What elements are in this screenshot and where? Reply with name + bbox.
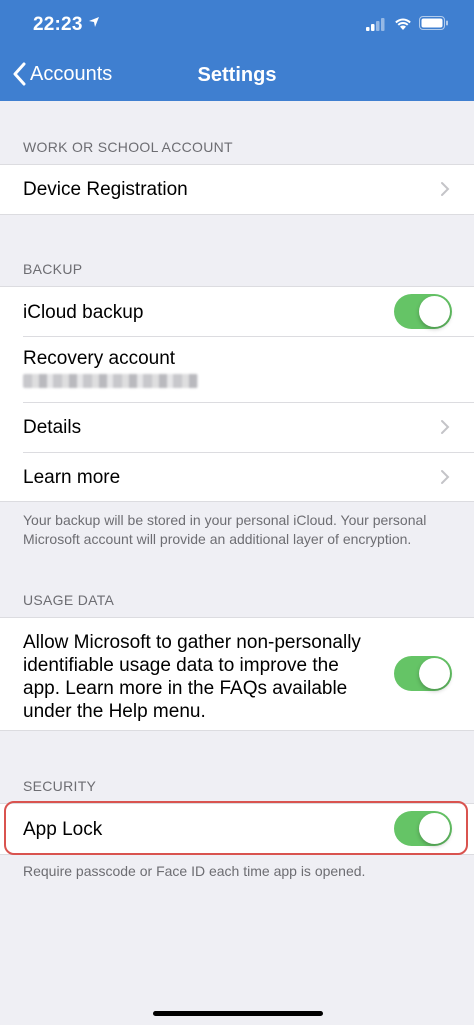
- details-row[interactable]: Details: [0, 403, 474, 452]
- chevron-right-icon: [441, 182, 450, 196]
- recovery-account-row: Recovery account: [0, 337, 474, 402]
- learn-more-row[interactable]: Learn more: [0, 453, 474, 501]
- backup-group: iCloud backup Recovery account Details L…: [0, 286, 474, 502]
- location-arrow-icon: [89, 17, 99, 27]
- usage-data-description: Allow Microsoft to gather non-personally…: [23, 632, 361, 722]
- section-header-work: WORK OR SCHOOL ACCOUNT: [23, 139, 233, 155]
- device-registration-row[interactable]: Device Registration: [0, 165, 474, 214]
- learn-more-label: Learn more: [23, 467, 121, 488]
- recovery-account-label: Recovery account: [23, 348, 176, 369]
- section-header-usage: USAGE DATA: [23, 592, 115, 608]
- section-header-backup: BACKUP: [23, 261, 83, 277]
- details-label: Details: [23, 417, 82, 438]
- icloud-backup-row: iCloud backup: [0, 287, 474, 337]
- home-indicator[interactable]: [153, 1011, 323, 1016]
- status-bar: 22:23: [0, 0, 474, 50]
- usage-data-toggle[interactable]: [394, 656, 452, 691]
- section-header-security: SECURITY: [23, 778, 97, 794]
- usage-group: Allow Microsoft to gather non-personally…: [0, 617, 474, 731]
- chevron-right-icon: [441, 420, 450, 434]
- security-footer: Require passcode or Face ID each time ap…: [23, 863, 366, 879]
- top-bar: 22:23 Accounts Settings: [0, 0, 474, 101]
- backup-footer: Your backup will be stored in your perso…: [23, 512, 427, 547]
- icloud-backup-label: iCloud backup: [23, 302, 144, 323]
- battery-icon: [419, 16, 448, 30]
- icloud-backup-toggle[interactable]: [394, 294, 452, 329]
- app-lock-highlight-outline: [4, 801, 468, 855]
- device-registration-label: Device Registration: [23, 179, 188, 200]
- chevron-right-icon: [441, 470, 450, 484]
- work-group: Device Registration: [0, 164, 474, 215]
- page-title: Settings: [197, 64, 277, 86]
- wifi-icon: [395, 18, 411, 30]
- toggle-knob: [419, 658, 450, 689]
- cellular-signal-icon: [366, 18, 385, 31]
- toggle-knob: [419, 296, 450, 327]
- navigation-bar: Accounts Settings: [0, 50, 474, 101]
- recovery-account-redacted-value: [23, 374, 198, 388]
- status-time: 22:23: [33, 14, 83, 35]
